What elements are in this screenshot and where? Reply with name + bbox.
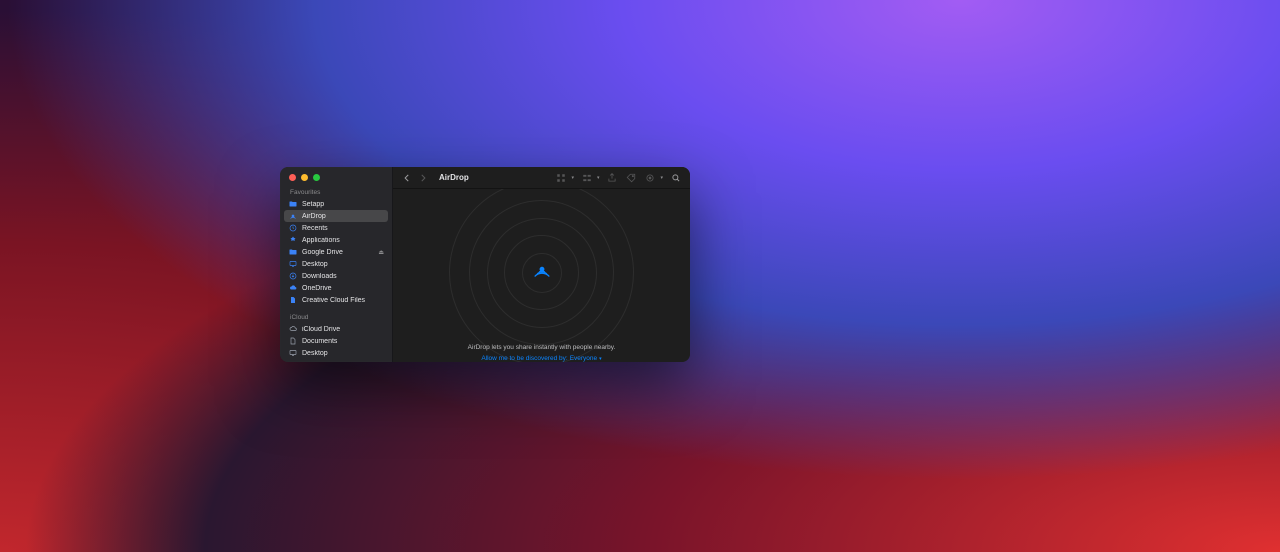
document-icon <box>289 296 297 304</box>
sidebar-item-icloud-drive[interactable]: iCloud Drive <box>284 323 388 335</box>
sidebar-item-label: Downloads <box>302 273 337 280</box>
action-button[interactable] <box>644 171 656 185</box>
sidebar-item-applications[interactable]: Applications <box>284 234 388 246</box>
airdrop-radar <box>462 203 622 342</box>
toolbar-actions: ▾ ▾ ▾ <box>555 171 682 185</box>
finder-window: Favourites Setapp AirDrop Recents Applic… <box>280 167 690 362</box>
sidebar-item-desktop-icloud[interactable]: Desktop <box>284 347 388 359</box>
desktop-wallpaper: Favourites Setapp AirDrop Recents Applic… <box>0 0 1280 552</box>
sidebar-item-label: OneDrive <box>302 285 332 292</box>
airdrop-icon <box>289 212 297 220</box>
tag-button[interactable] <box>625 171 637 185</box>
chevron-down-icon: ▾ <box>571 175 574 181</box>
sidebar-item-label: AirDrop <box>302 213 326 220</box>
sidebar-item-onedrive[interactable]: OneDrive <box>284 282 388 294</box>
icloud-icon <box>289 325 297 333</box>
chevron-down-icon: ▾ <box>597 175 600 181</box>
maximize-button[interactable] <box>313 174 320 181</box>
forward-button[interactable] <box>417 171 429 185</box>
desktop-icon <box>289 349 297 357</box>
sidebar-item-creative-cloud[interactable]: Creative Cloud Files <box>284 294 388 306</box>
back-button[interactable] <box>401 171 413 185</box>
folder-icon <box>289 248 297 256</box>
applications-icon <box>289 236 297 244</box>
view-icons-button[interactable] <box>555 171 567 185</box>
folder-icon <box>289 200 297 208</box>
download-icon <box>289 272 297 280</box>
main-pane: AirDrop ▾ ▾ ▾ <box>393 167 690 362</box>
content-area: AirDrop lets you share instantly with pe… <box>393 189 690 362</box>
clock-icon <box>289 224 297 232</box>
sidebar-section-label: iCloud <box>280 306 392 323</box>
sidebar-item-recents[interactable]: Recents <box>284 222 388 234</box>
eject-icon[interactable]: ⏏ <box>378 249 384 256</box>
sidebar-item-google-drive[interactable]: Google Drive ⏏ <box>284 246 388 258</box>
radar-ring <box>522 253 562 293</box>
sidebar-item-label: Setapp <box>302 201 324 208</box>
group-button[interactable] <box>581 171 593 185</box>
document-icon <box>289 337 297 345</box>
window-controls <box>280 167 392 181</box>
sidebar-item-airdrop[interactable]: AirDrop <box>284 210 388 222</box>
sidebar-item-label: Recents <box>302 225 328 232</box>
cloud-icon <box>289 284 297 292</box>
desktop-icon <box>289 260 297 268</box>
sidebar-item-label: iCloud Drive <box>302 326 340 333</box>
minimize-button[interactable] <box>301 174 308 181</box>
sidebar: Favourites Setapp AirDrop Recents Applic… <box>280 167 393 362</box>
sidebar-item-documents[interactable]: Documents <box>284 335 388 347</box>
chevron-down-icon: ▾ <box>660 175 663 181</box>
sidebar-list-favourites: Setapp AirDrop Recents Applications Goog <box>280 198 392 306</box>
search-button[interactable] <box>670 171 682 185</box>
sidebar-item-label: Documents <box>302 338 337 345</box>
close-button[interactable] <box>289 174 296 181</box>
sidebar-item-setapp[interactable]: Setapp <box>284 198 388 210</box>
share-button[interactable] <box>606 171 618 185</box>
sidebar-item-desktop[interactable]: Desktop <box>284 258 388 270</box>
window-title: AirDrop <box>439 173 469 182</box>
chevron-down-icon: ▾ <box>599 356 602 362</box>
sidebar-item-downloads[interactable]: Downloads <box>284 270 388 282</box>
sidebar-list-icloud: iCloud Drive Documents Desktop <box>280 323 392 359</box>
sidebar-item-label: Applications <box>302 237 340 244</box>
nav-arrows <box>401 171 429 185</box>
sidebar-item-label: Creative Cloud Files <box>302 297 365 304</box>
toolbar: AirDrop ▾ ▾ ▾ <box>393 167 690 189</box>
sidebar-section-label: Favourites <box>280 181 392 198</box>
sidebar-item-label: Desktop <box>302 350 328 357</box>
sidebar-item-label: Desktop <box>302 261 328 268</box>
sidebar-item-label: Google Drive <box>302 249 343 256</box>
